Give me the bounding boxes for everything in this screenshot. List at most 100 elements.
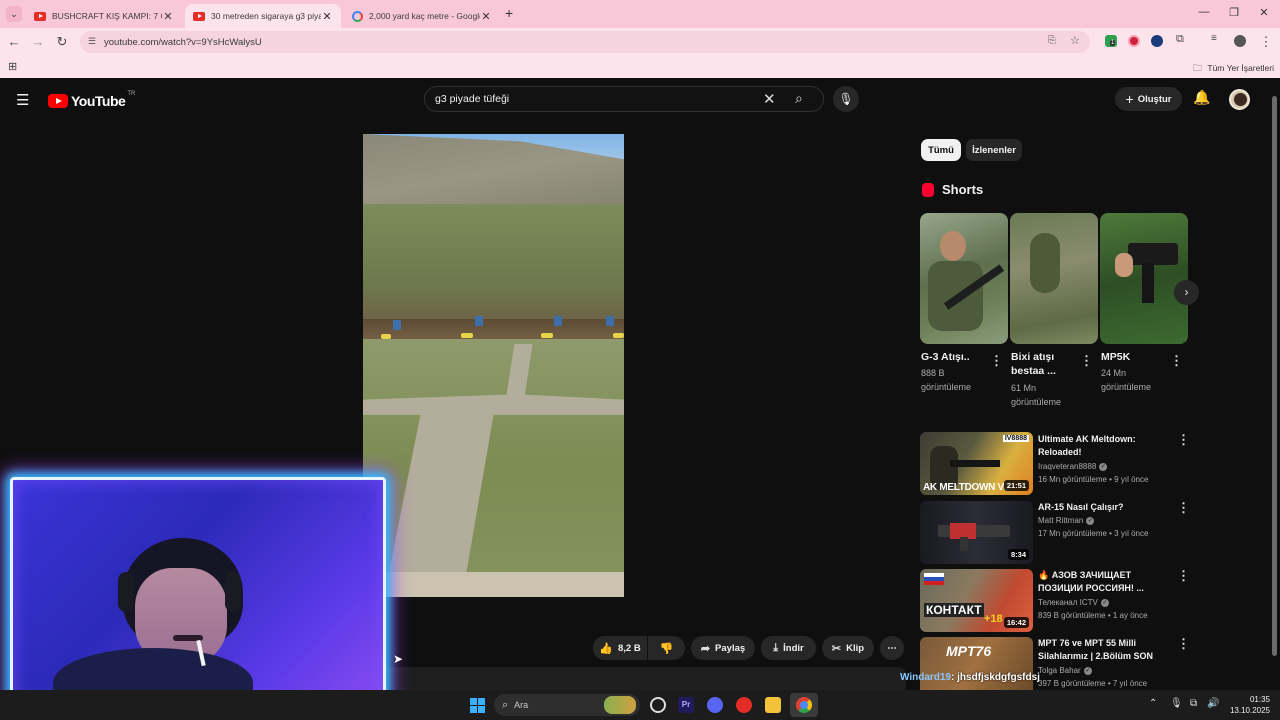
recommendation-meta-2: 17 Mn görüntüleme • 3 yıl önce: [1038, 529, 1149, 538]
create-button[interactable]: + Oluştur: [1115, 87, 1182, 111]
chrome-menu-icon[interactable]: ⋮: [1258, 34, 1274, 50]
browser-toolbar: ← → ↻ ☰ youtube.com/watch?v=9YsHcWalysU …: [0, 28, 1280, 56]
folder-icon: 🗀: [1193, 63, 1203, 73]
close-tab-icon[interactable]: ✕: [480, 10, 492, 23]
recommendation-menu-2-icon[interactable]: ⋮: [1177, 501, 1190, 514]
shorts-next-button[interactable]: ›: [1174, 280, 1199, 305]
tab-g3-video[interactable]: 30 metreden sigaraya g3 piyad ✕: [185, 4, 341, 28]
youtube-music-icon[interactable]: [736, 697, 752, 713]
window-close-icon[interactable]: ✕: [1256, 6, 1272, 19]
recommendation-title-3[interactable]: 🔥 АЗОВ ЗАЧИЩАЕТ ПОЗИЦИИ РОССИЯН! ...: [1038, 569, 1168, 595]
microphone-tray-icon[interactable]: 🎙: [1170, 698, 1183, 709]
short-menu-1-icon[interactable]: ⋮: [990, 354, 1003, 367]
recommendation-menu-4-icon[interactable]: ⋮: [1177, 637, 1190, 650]
share-button[interactable]: ➦ Paylaş: [691, 636, 755, 660]
tab-bushcraft[interactable]: BUSHCRAFT KIŞ KAMPI: 7 GÜN ✕: [26, 4, 182, 28]
hamburger-menu-icon[interactable]: ☰: [16, 91, 29, 109]
page-scrollbar[interactable]: [1271, 90, 1278, 686]
premiere-pro-icon[interactable]: Pr: [678, 697, 694, 713]
search-icon[interactable]: ⌕: [795, 90, 803, 107]
chrome-taskbar-button[interactable]: [790, 693, 818, 717]
filter-chip-all[interactable]: Tümü: [921, 139, 961, 161]
taskbar-search-box[interactable]: ⌕ Ara: [494, 694, 640, 716]
tray-overflow-icon[interactable]: ⌃: [1149, 698, 1157, 709]
like-button[interactable]: 👍 8,2 B: [593, 636, 647, 660]
close-tab-icon[interactable]: ✕: [162, 10, 174, 23]
search-icon: ⌕: [502, 698, 509, 711]
search-input[interactable]: [435, 91, 755, 107]
recommendation-channel-1[interactable]: Iraqveteran8888 ✓: [1038, 462, 1108, 471]
reload-icon[interactable]: ↻: [54, 34, 70, 50]
bookmarks-bar: ⊞ 🗀 Tüm Yer İşaretleri: [0, 56, 1280, 78]
duration-badge: 8:34: [1007, 549, 1029, 560]
tab-search-button[interactable]: ⌄: [6, 6, 22, 22]
short-thumbnail-1[interactable]: [920, 213, 1008, 344]
recommendation-thumbnail-3[interactable]: КОНТАКТ +18 16:42: [920, 569, 1033, 632]
youtube-play-icon: [48, 94, 68, 108]
short-menu-3-icon[interactable]: ⋮: [1170, 354, 1183, 367]
extension-badge-icon[interactable]: 1: [1105, 35, 1117, 47]
verified-check-icon: ✓: [1083, 666, 1092, 675]
bookmark-star-icon[interactable]: ☆: [1070, 34, 1080, 47]
forward-icon[interactable]: →: [30, 34, 46, 49]
recommendation-title-4[interactable]: MPT 76 ve MPT 55 Milli Silahlarımız | 2.…: [1038, 637, 1168, 663]
recommendation-title-2[interactable]: AR-15 Nasıl Çalışır?: [1038, 501, 1168, 514]
new-tab-button[interactable]: +: [505, 5, 513, 21]
windows-start-icon[interactable]: [470, 698, 485, 713]
restore-icon[interactable]: ❐: [1226, 6, 1242, 19]
back-icon[interactable]: ←: [6, 34, 22, 49]
dislike-button[interactable]: 👎: [648, 636, 685, 660]
video-player[interactable]: [363, 134, 624, 597]
copilot-icon[interactable]: [650, 697, 666, 713]
recommendation-channel-2[interactable]: Matt Rittman ✓: [1038, 516, 1095, 525]
all-bookmarks-folder[interactable]: 🗀 Tüm Yer İşaretleri: [1193, 61, 1274, 77]
youtube-logo[interactable]: YouTube TR: [48, 91, 135, 109]
network-icon[interactable]: ⧉: [1190, 698, 1197, 709]
recommendation-thumbnail-1[interactable]: IV8888 AK MELTDOWN V2 21:51: [920, 432, 1033, 495]
volume-icon[interactable]: 🔊: [1207, 698, 1219, 709]
short-menu-2-icon[interactable]: ⋮: [1080, 354, 1093, 367]
recommendation-menu-3-icon[interactable]: ⋮: [1177, 569, 1190, 582]
notifications-bell-icon[interactable]: 🔔: [1193, 89, 1210, 106]
clear-search-icon[interactable]: ✕: [763, 90, 776, 108]
account-avatar[interactable]: [1229, 89, 1250, 110]
recommendation-channel-4[interactable]: Tolga Bahar ✓: [1038, 666, 1092, 675]
install-app-icon[interactable]: ⎘: [1048, 35, 1056, 46]
download-button[interactable]: ⤓ İndir: [761, 636, 816, 660]
filter-chip-watched[interactable]: İzlenenler: [966, 139, 1022, 161]
recommendation-menu-1-icon[interactable]: ⋮: [1177, 433, 1190, 446]
more-actions-button[interactable]: ⋯: [880, 636, 904, 660]
site-info-icon[interactable]: ☰: [88, 36, 96, 47]
download-icon: ⤓: [773, 641, 779, 654]
short-title-1[interactable]: G-3 Atışı..: [921, 350, 983, 364]
voice-search-button[interactable]: 🎙: [833, 86, 859, 112]
address-bar[interactable]: ☰ youtube.com/watch?v=9YsHcWalysU ⎘ ☆: [80, 31, 1090, 53]
record-extension-icon[interactable]: [1128, 35, 1140, 47]
chrome-icon: [796, 697, 812, 713]
short-thumbnail-2[interactable]: [1010, 213, 1098, 344]
chat-username: Windard19: [900, 672, 952, 683]
file-explorer-icon[interactable]: [765, 697, 781, 713]
recommendation-channel-3[interactable]: Телеканал ICTV ✓: [1038, 598, 1109, 607]
extensions-puzzle-icon[interactable]: ⧉: [1176, 33, 1188, 45]
plus-icon: +: [1125, 91, 1134, 107]
short-title-2[interactable]: Bixi atışı bestaa ...: [1011, 350, 1073, 378]
short-thumbnail-3[interactable]: [1100, 213, 1188, 344]
media-controls-icon[interactable]: ≡: [1211, 33, 1223, 45]
minimize-icon[interactable]: —: [1196, 6, 1212, 18]
close-tab-icon[interactable]: ✕: [321, 10, 333, 23]
short-title-3[interactable]: MP5K: [1101, 350, 1163, 364]
recommendation-thumbnail-2[interactable]: 8:34: [920, 501, 1033, 564]
discord-icon[interactable]: [707, 697, 723, 713]
profile-avatar[interactable]: [1234, 35, 1246, 47]
channel-name: Телеканал ICTV: [1038, 598, 1098, 607]
verified-check-icon: ✓: [1100, 598, 1109, 607]
description-box[interactable]: [363, 667, 906, 690]
vpn-extension-icon[interactable]: [1151, 35, 1163, 47]
tab-google-search[interactable]: 2,000 yard kaç metre - Google ✕: [344, 4, 500, 28]
apps-grid-icon[interactable]: ⊞: [8, 60, 17, 73]
clip-button[interactable]: ✂ Klip: [822, 636, 874, 660]
recommendation-title-1[interactable]: Ultimate AK Meltdown: Reloaded!: [1038, 433, 1168, 459]
scrollbar-thumb[interactable]: [1272, 96, 1277, 656]
clock[interactable]: 01:35 13.10.2025: [1222, 694, 1270, 716]
